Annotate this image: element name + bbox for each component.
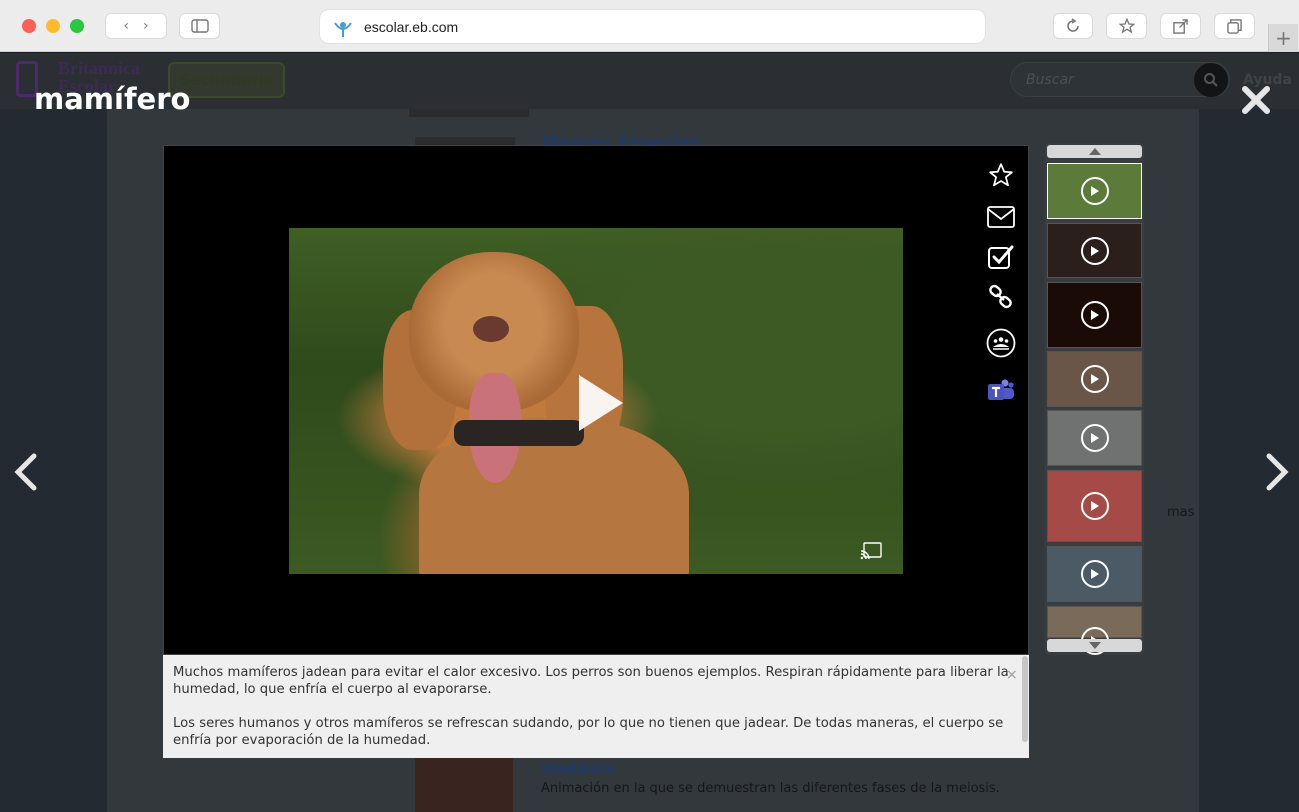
google-classroom-icon: [986, 328, 1016, 358]
favorite-button[interactable]: [986, 160, 1016, 190]
reload-icon: [1067, 18, 1079, 32]
thumbnail-portrait[interactable]: [1047, 351, 1142, 407]
address-bar[interactable]: escolar.eb.com: [319, 9, 986, 44]
favorite-icon: [989, 163, 1013, 187]
thumbnail-fire-night[interactable]: [1047, 282, 1142, 348]
reload-button[interactable]: [1053, 13, 1093, 39]
email-button[interactable]: [986, 202, 1016, 232]
thumbnail-city-night[interactable]: [1047, 223, 1142, 278]
caption-scrollbar[interactable]: [1022, 656, 1028, 742]
background-thumb-2: [415, 137, 515, 145]
video-dog-collar: [454, 420, 584, 446]
browser-toolbar: ‹ › escolar.eb.com +: [0, 0, 1299, 52]
thumbnail-red-animation[interactable]: [1047, 470, 1142, 542]
background-fragment-mas: mas: [1167, 505, 1195, 520]
background-meiosis-desc: Animación en la que se demuestran las di…: [541, 781, 1000, 796]
thumbnail-dog[interactable]: [1047, 163, 1142, 219]
background-meiosis-thumb: [415, 757, 513, 812]
share-button[interactable]: [1160, 13, 1201, 39]
thumbnail-strip: [1045, 143, 1144, 655]
zoom-window-button[interactable]: [70, 19, 84, 33]
thumb-play-icon: [1080, 365, 1109, 393]
sidebar-toggle-button[interactable]: [179, 13, 220, 39]
assignment-button[interactable]: [986, 242, 1016, 272]
thumb-play-icon: [1080, 236, 1109, 265]
back-forward-buttons: ‹ ›: [105, 13, 167, 39]
caption-close-button[interactable]: ×: [1006, 667, 1018, 683]
thumb-play-icon: [1080, 560, 1109, 588]
play-icon[interactable]: [577, 373, 625, 433]
email-icon: [987, 206, 1015, 228]
minimize-window-button[interactable]: [46, 19, 60, 33]
share-icon: [1173, 18, 1188, 34]
logo-line1: Britannica: [58, 58, 141, 78]
video-caption: Muchos mamíferos jadean para evitar el c…: [163, 655, 1029, 758]
caret-up-icon: [1088, 148, 1101, 155]
cast-icon[interactable]: [860, 542, 882, 560]
video-frame[interactable]: [289, 228, 903, 574]
thumbnail-ruins[interactable]: [1047, 410, 1142, 466]
microsoft-teams-icon: [988, 379, 1014, 400]
bookmark-button[interactable]: [1106, 13, 1147, 39]
previous-arrow-icon[interactable]: [12, 452, 40, 492]
strip-scroll-up-button[interactable]: [1047, 145, 1142, 158]
thumb-play-icon: [1080, 301, 1109, 329]
copy-link-button[interactable]: [986, 282, 1016, 312]
modal-title: mamífero: [34, 82, 191, 116]
url-text: escolar.eb.com: [364, 19, 459, 35]
site-favicon-icon: [334, 22, 352, 37]
thumb-play-icon: [1080, 177, 1109, 205]
next-arrow-icon[interactable]: [1263, 452, 1291, 492]
new-tab-button[interactable]: +: [1268, 24, 1298, 52]
background-meiosis-title: meiosis: [541, 759, 614, 779]
thumb-play-icon: [1080, 424, 1109, 452]
thumbnail-partial[interactable]: [1047, 606, 1142, 655]
caption-paragraph-2: Los seres humanos y otros mamíferos se r…: [173, 716, 1004, 748]
thumb-play-icon: [1080, 492, 1109, 520]
video-dog-nose: [473, 316, 509, 342]
assignment-icon: [988, 245, 1014, 269]
forward-icon[interactable]: ›: [143, 18, 149, 34]
back-icon[interactable]: ‹: [123, 18, 129, 34]
google-classroom-button[interactable]: [986, 328, 1016, 358]
search-icon: [1204, 73, 1218, 87]
search-button[interactable]: [1194, 63, 1228, 97]
search-placeholder: Buscar: [1026, 72, 1074, 88]
thumbnail-street[interactable]: [1047, 546, 1142, 602]
tabs-icon: [1227, 18, 1242, 34]
caret-down-icon: [1088, 642, 1101, 649]
tabs-overview-button[interactable]: [1214, 13, 1255, 39]
strip-scroll-down-button[interactable]: [1047, 639, 1142, 652]
star-outline-icon: [1118, 18, 1135, 34]
link-icon: [989, 284, 1012, 309]
close-modal-icon[interactable]: [1240, 84, 1272, 116]
close-window-button[interactable]: [22, 19, 36, 33]
caption-paragraph-1: Muchos mamíferos jadean para evitar el c…: [173, 665, 1009, 697]
microsoft-teams-button[interactable]: [986, 376, 1016, 406]
background-thumb-1: [409, 109, 529, 117]
sidebar-icon: [190, 19, 209, 33]
video-player[interactable]: [163, 145, 1029, 655]
site-header: Britannica Escolar Secundaria Buscar Ayu…: [0, 53, 1299, 109]
